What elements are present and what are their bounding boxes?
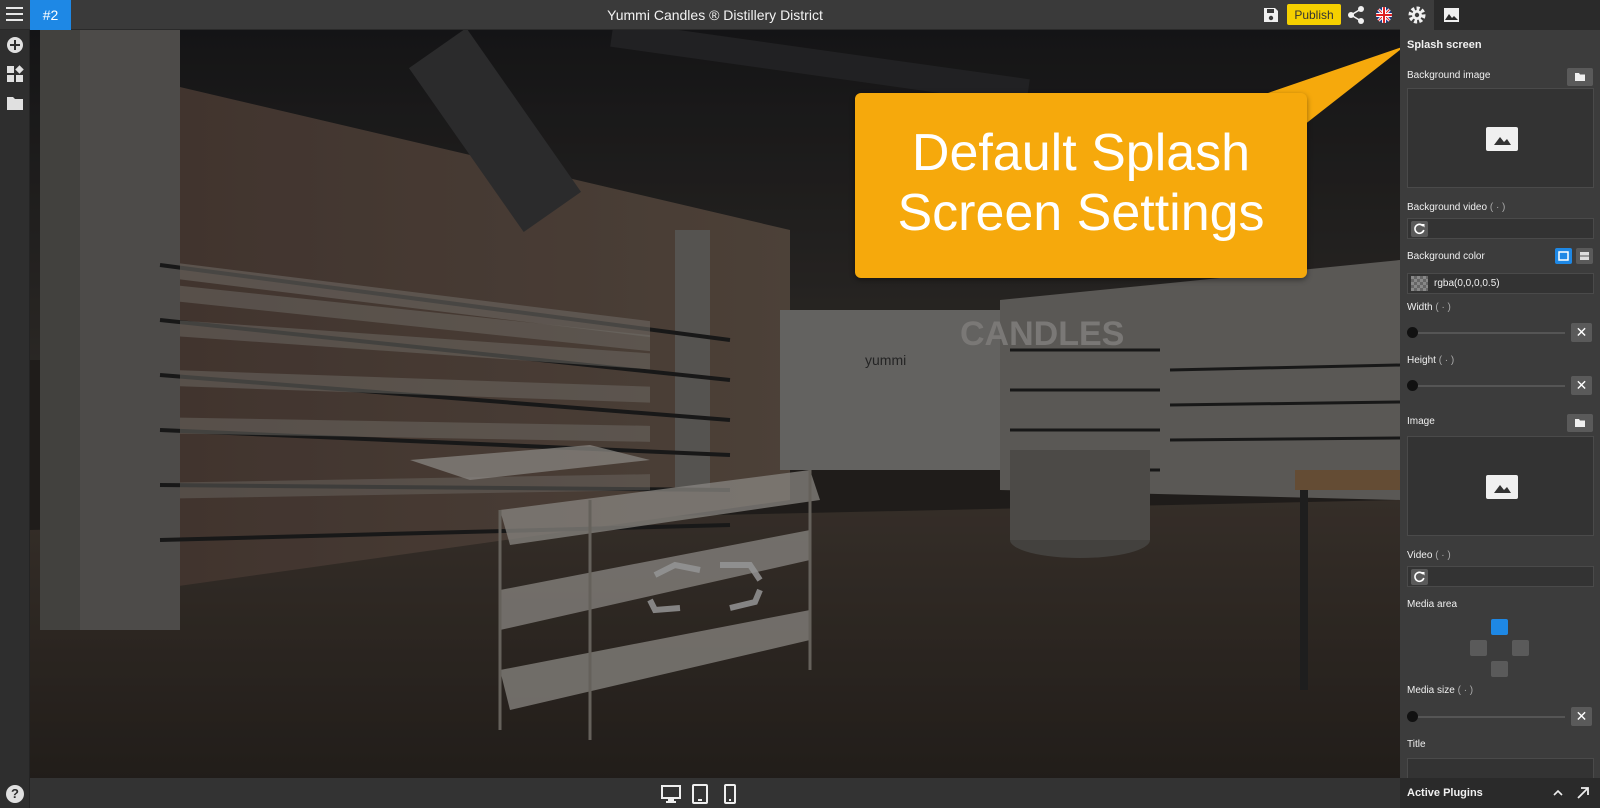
- gear-icon: [1408, 6, 1426, 24]
- folder-icon: [1575, 73, 1585, 81]
- background-image-label: Background image: [1407, 70, 1491, 81]
- background-image-dropzone[interactable]: [1407, 88, 1594, 188]
- folder-icon[interactable]: [6, 94, 24, 112]
- tour-number-badge[interactable]: #2: [30, 0, 71, 30]
- splash-screen-panel: Splash screen Background image Backgroun…: [1400, 30, 1600, 778]
- color-mode-solid-button[interactable]: [1555, 248, 1572, 264]
- media-area-top-button[interactable]: [1491, 619, 1508, 635]
- mobile-icon[interactable]: [720, 784, 740, 804]
- height-label: Height ( · ): [1407, 355, 1455, 366]
- slider-thumb[interactable]: [1407, 711, 1418, 722]
- image-icon: [1444, 8, 1459, 22]
- app-window: #2 Yummi Candles ® Distillery District P…: [0, 0, 1600, 808]
- video-label: Video ( · ): [1407, 550, 1451, 561]
- annotation-callout: Default Splash Screen Settings: [855, 93, 1307, 278]
- widgets-icon[interactable]: [6, 65, 24, 83]
- publish-button[interactable]: Publish: [1287, 4, 1341, 25]
- media-area-left-button[interactable]: [1470, 640, 1487, 656]
- width-label: Width ( · ): [1407, 302, 1451, 313]
- media-area-bottom-button[interactable]: [1491, 661, 1508, 677]
- slider-track: [1413, 385, 1565, 387]
- color-mode-gradient-button[interactable]: [1576, 248, 1593, 264]
- video-input[interactable]: [1407, 566, 1594, 587]
- square-icon: [1558, 251, 1569, 261]
- title-input[interactable]: [1407, 758, 1594, 778]
- tablet-icon[interactable]: [690, 784, 710, 804]
- folder-icon: [1575, 419, 1585, 427]
- refresh-icon[interactable]: [1411, 221, 1428, 237]
- image-placeholder-icon: [1486, 475, 1518, 499]
- slider-track: [1413, 332, 1565, 334]
- panel-title: Splash screen: [1407, 39, 1482, 51]
- share-icon[interactable]: [1347, 5, 1365, 25]
- background-color-input[interactable]: rgba(0,0,0,0.5): [1407, 273, 1594, 294]
- menu-icon[interactable]: [6, 7, 23, 23]
- image-placeholder-icon: [1486, 127, 1518, 151]
- add-icon[interactable]: [6, 36, 24, 54]
- slider-thumb[interactable]: [1407, 380, 1418, 391]
- tab-media[interactable]: [1434, 0, 1468, 30]
- callout-line-2: Screen Settings: [897, 184, 1265, 242]
- background-video-label: Background video ( · ): [1407, 202, 1506, 213]
- device-preview-bar: [30, 778, 1400, 808]
- left-toolbar: ?: [0, 30, 30, 808]
- media-area-right-button[interactable]: [1512, 640, 1529, 656]
- settings-tabs: [1400, 0, 1600, 30]
- tour-title: Yummi Candles ® Distillery District: [607, 7, 823, 23]
- height-slider[interactable]: ✕: [1407, 375, 1594, 396]
- background-image-folder-button[interactable]: [1567, 68, 1593, 86]
- media-size-label: Media size ( · ): [1407, 685, 1474, 696]
- gradient-icon: [1580, 252, 1589, 260]
- background-color-value: rgba(0,0,0,0.5): [1434, 278, 1500, 289]
- tab-settings[interactable]: [1400, 0, 1434, 30]
- media-size-slider[interactable]: ✕: [1407, 706, 1594, 727]
- image-folder-button[interactable]: [1567, 414, 1593, 432]
- slider-track: [1413, 716, 1565, 718]
- width-slider[interactable]: ✕: [1407, 322, 1594, 343]
- background-video-input[interactable]: [1407, 218, 1594, 239]
- slider-thumb[interactable]: [1407, 327, 1418, 338]
- active-plugins-label: Active Plugins: [1407, 787, 1483, 799]
- height-clear-button[interactable]: ✕: [1571, 376, 1592, 395]
- refresh-icon[interactable]: [1411, 569, 1428, 585]
- callout-line-1: Default Splash: [911, 124, 1251, 182]
- save-icon[interactable]: [1262, 6, 1280, 24]
- width-clear-button[interactable]: ✕: [1571, 323, 1592, 342]
- image-dropzone[interactable]: [1407, 436, 1594, 536]
- media-area-label: Media area: [1407, 599, 1458, 610]
- top-bar: #2 Yummi Candles ® Distillery District P…: [0, 0, 1400, 30]
- background-color-label: Background color: [1407, 251, 1485, 262]
- chevron-up-icon[interactable]: [1552, 788, 1564, 798]
- desktop-icon[interactable]: [661, 784, 681, 804]
- media-size-clear-button[interactable]: ✕: [1571, 707, 1592, 726]
- expand-icon[interactable]: [1576, 786, 1590, 800]
- help-icon[interactable]: ?: [6, 785, 24, 803]
- uk-flag-icon[interactable]: [1376, 7, 1392, 23]
- active-plugins-bar[interactable]: Active Plugins: [1400, 778, 1600, 808]
- image-label: Image: [1407, 416, 1435, 427]
- title-label: Title: [1407, 739, 1426, 750]
- color-swatch[interactable]: [1411, 276, 1428, 291]
